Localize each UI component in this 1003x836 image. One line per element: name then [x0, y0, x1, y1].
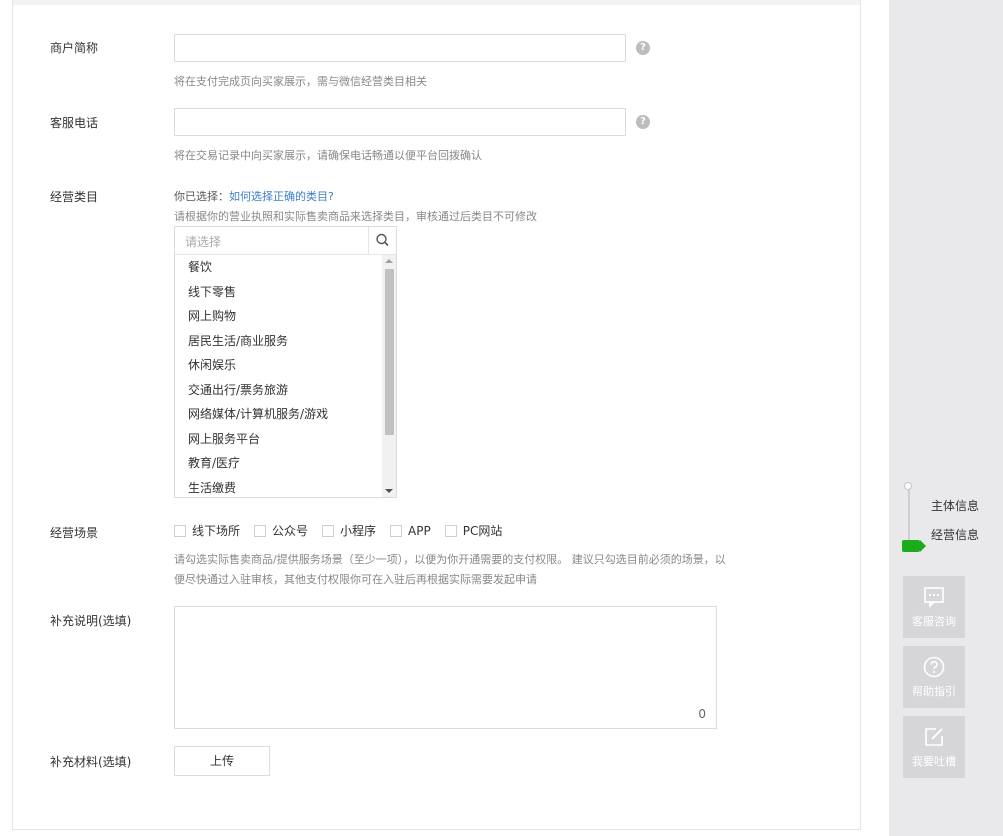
scene-option-label: PC网站 — [462, 524, 503, 538]
category-search[interactable]: 请选择 — [175, 227, 396, 255]
business-scene-options: 线下场所 公众号 小程序 APP PC网站 — [174, 522, 502, 539]
service-phone-input[interactable] — [174, 108, 626, 136]
help-guide-tile[interactable]: 帮助指引 — [903, 646, 965, 708]
checkbox[interactable] — [390, 524, 403, 537]
question-circle-icon — [923, 656, 945, 678]
feedback-tile[interactable]: 我要吐槽 — [903, 716, 965, 778]
merchant-name-hint: 将在支付完成页向买家展示，需与微信经营类目相关 — [174, 75, 427, 88]
category-option[interactable]: 线下零售 — [175, 280, 382, 305]
business-scene-hint-line2: 便尽快通过入驻审核，其他支付权限你可在入驻后再根据实际需要发起申请 — [174, 573, 537, 586]
upload-button[interactable]: 上传 — [174, 746, 270, 776]
scene-option-pc-site[interactable]: PC网站 — [444, 522, 503, 539]
scroll-down-arrow-icon[interactable] — [385, 489, 393, 493]
scene-option-app[interactable]: APP — [390, 524, 431, 538]
category-search-placeholder: 请选择 — [185, 235, 222, 249]
supplement-note-textarea[interactable]: 0 — [174, 606, 717, 729]
question-icon[interactable]: ? — [636, 115, 650, 129]
category-option[interactable]: 居民生活/商业服务 — [175, 329, 382, 354]
scene-option-mini-program[interactable]: 小程序 — [322, 522, 376, 539]
category-scrollbar[interactable] — [382, 255, 396, 497]
supplement-material-label: 补充材料(选填) — [50, 755, 132, 769]
edit-icon — [925, 728, 943, 746]
category-option[interactable]: 餐饮 — [175, 255, 382, 280]
char-count: 0 — [698, 707, 706, 721]
scene-option-official-account[interactable]: 公众号 — [254, 522, 308, 539]
category-option[interactable]: 交通出行/票务旅游 — [175, 378, 382, 403]
scroll-thumb[interactable] — [385, 269, 394, 435]
checkbox[interactable] — [254, 524, 267, 537]
chat-icon — [924, 587, 944, 608]
search-icon — [376, 233, 389, 247]
merchant-name-label: 商户简称 — [50, 41, 99, 55]
category-selected-line: 你已选择：如何选择正确的类目? — [174, 188, 334, 204]
merchant-name-input[interactable] — [174, 34, 626, 62]
scene-option-label: APP — [408, 523, 431, 538]
scene-option-label: 线下场所 — [192, 524, 241, 538]
category-option[interactable]: 网络媒体/计算机服务/游戏 — [175, 402, 382, 427]
scene-option-offline[interactable]: 线下场所 — [174, 522, 240, 539]
category-guide-link[interactable]: 如何选择正确的类目? — [229, 190, 334, 203]
step-entity-info[interactable]: 主体信息 — [931, 497, 979, 514]
customer-service-tile[interactable]: 客服咨询 — [903, 576, 965, 638]
category-hint: 请根据你的营业执照和实际售卖商品来选择类目，审核通过后类目不可修改 — [174, 210, 537, 223]
category-option[interactable]: 网上服务平台 — [175, 427, 382, 452]
service-phone-hint: 将在交易记录中向买家展示，请确保电话畅通以便平台回拨确认 — [174, 149, 482, 162]
category-list: 餐饮 线下零售 网上购物 居民生活/商业服务 休闲娱乐 交通出行/票务旅游 网络… — [175, 255, 382, 500]
business-scene-hint-line1: 请勾选实际售卖商品/提供服务场景（至少一项），以便为你开通需要的支付权限。 建议… — [174, 553, 726, 566]
application-form: 商户简称 ? 将在支付完成页向买家展示，需与微信经营类目相关 客服电话 ? 将在… — [12, 0, 861, 830]
category-option[interactable]: 休闲娱乐 — [175, 353, 382, 378]
search-button[interactable] — [368, 227, 396, 254]
category-option[interactable]: 教育/医疗 — [175, 451, 382, 476]
category-option[interactable]: 网上购物 — [175, 304, 382, 329]
service-phone-label: 客服电话 — [50, 116, 99, 130]
feedback-label: 我要吐槽 — [912, 755, 956, 768]
step-business-info[interactable]: 经营信息 — [931, 526, 979, 543]
business-category-label: 经营类目 — [50, 190, 99, 204]
category-selected-prefix: 你已选择： — [174, 190, 229, 203]
checkbox[interactable] — [444, 524, 457, 537]
help-guide-label: 帮助指引 — [912, 685, 956, 698]
scroll-up-arrow-icon[interactable] — [385, 259, 393, 263]
checkbox[interactable] — [322, 524, 335, 537]
step-dot-icon — [904, 482, 912, 490]
customer-service-label: 客服咨询 — [912, 615, 956, 628]
question-icon[interactable]: ? — [636, 41, 650, 55]
supplement-note-label: 补充说明(选填) — [50, 614, 132, 628]
category-option[interactable]: 生活缴费 — [175, 476, 382, 501]
scene-option-label: 公众号 — [272, 524, 309, 538]
active-step-marker-icon — [902, 540, 926, 552]
scene-option-label: 小程序 — [340, 524, 377, 538]
business-scene-label: 经营场景 — [50, 526, 99, 540]
side-panel: 主体信息 经营信息 客服咨询 帮助指引 我要吐槽 — [889, 0, 1003, 836]
checkbox[interactable] — [174, 524, 186, 537]
category-combobox[interactable]: 请选择 餐饮 线下零售 网上购物 居民生活/商业服务 休闲娱乐 交通出行/票务旅… — [174, 226, 397, 498]
